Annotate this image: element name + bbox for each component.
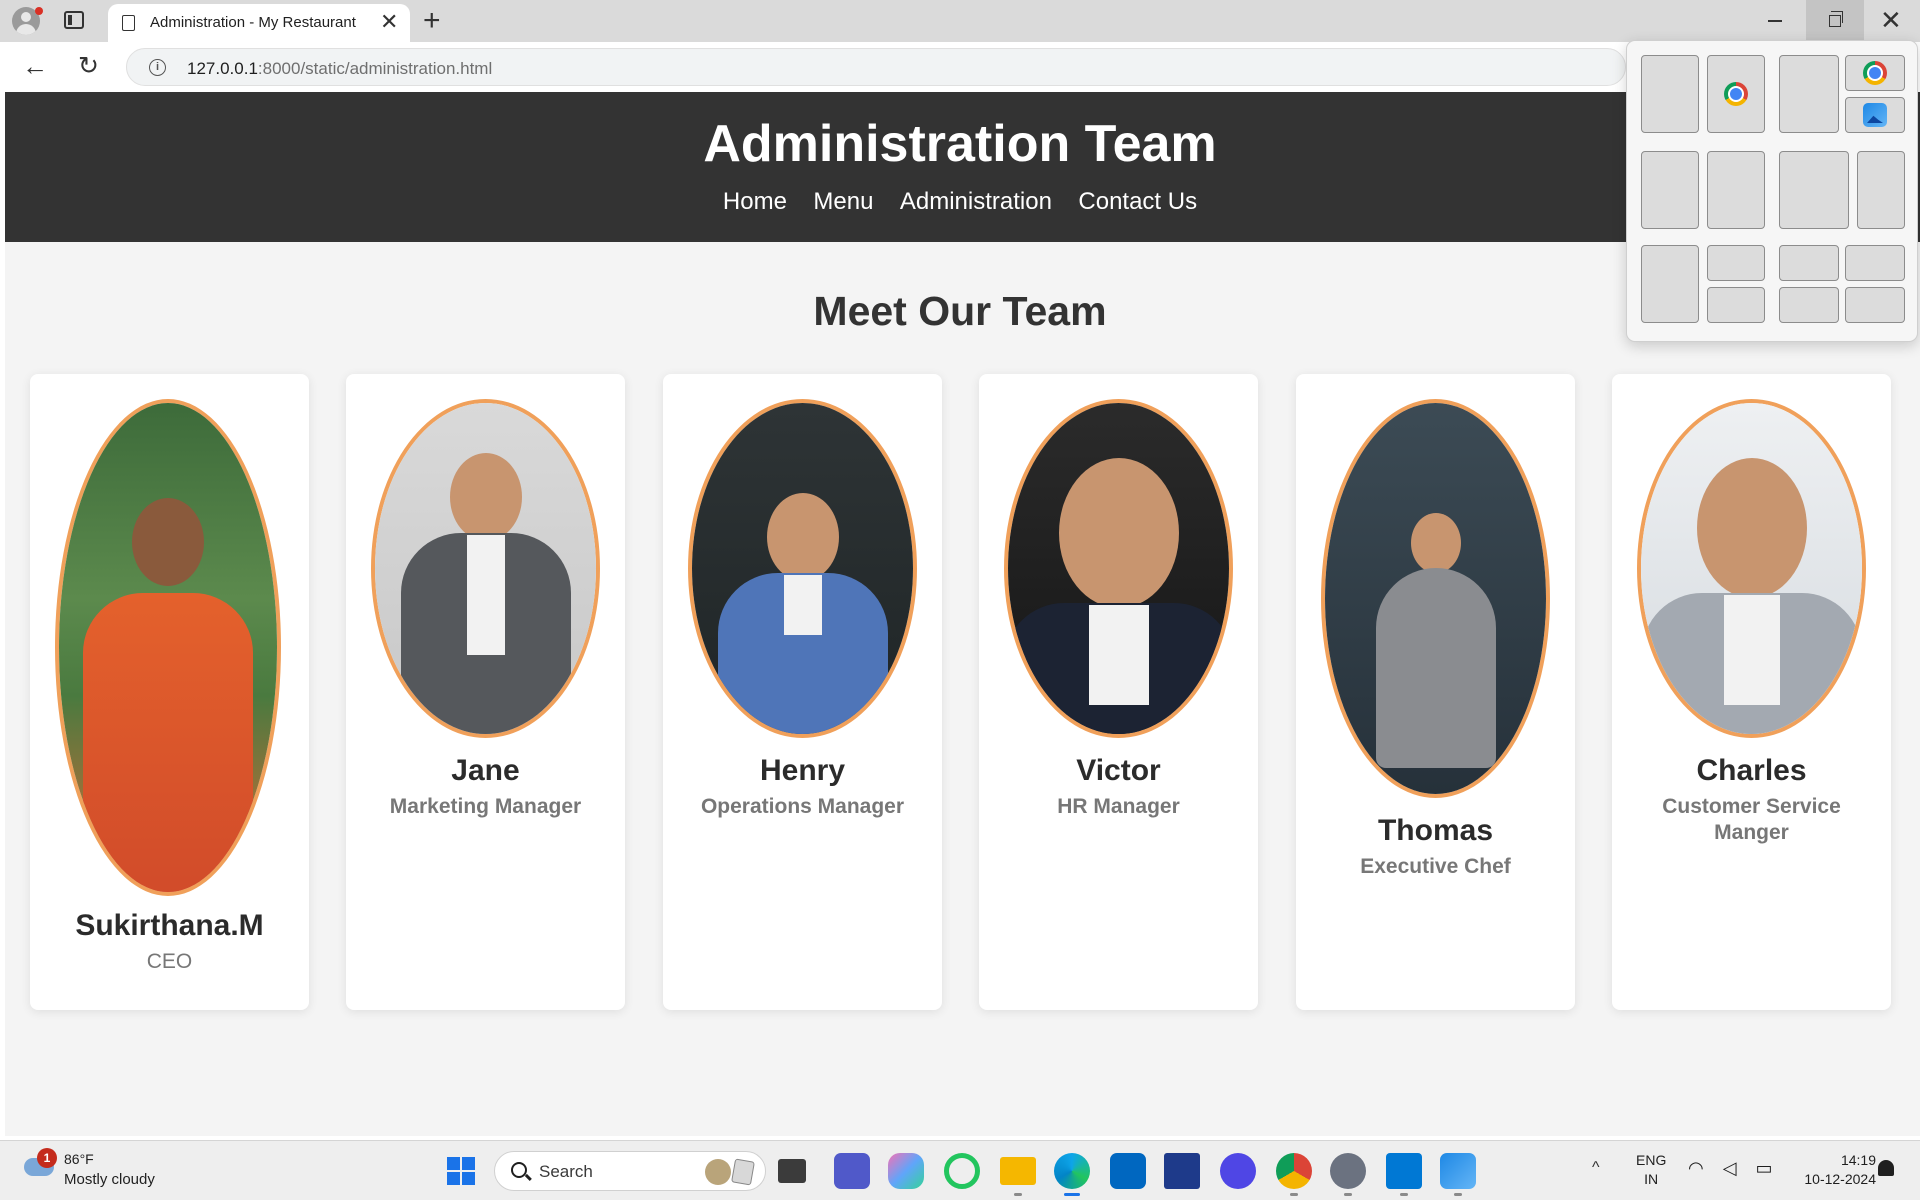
member-photo [1004, 399, 1233, 738]
member-name: Victor [1076, 754, 1161, 787]
member-role: Marketing Manager [389, 795, 582, 818]
reload-button[interactable]: ↻ [78, 52, 99, 80]
snap-zone[interactable] [1641, 151, 1699, 229]
snap-layouts-flyout [1626, 40, 1918, 342]
member-role: HR Manager [1057, 795, 1180, 818]
settings-icon[interactable] [1330, 1153, 1366, 1189]
clock[interactable]: 14:19 10-12-2024 [1780, 1151, 1876, 1189]
tray-chevron-icon[interactable]: ^ [1592, 1159, 1600, 1177]
nav-home[interactable]: Home [723, 188, 787, 216]
start-button[interactable] [447, 1157, 475, 1185]
app-running-indicator [1344, 1193, 1352, 1196]
chrome-icon [1863, 61, 1887, 85]
task-view-icon[interactable] [778, 1159, 806, 1183]
site-info-icon[interactable]: i [149, 59, 166, 76]
app-running-indicator [1454, 1193, 1462, 1196]
nav-contact-us[interactable]: Contact Us [1078, 188, 1197, 216]
photos-icon[interactable] [1440, 1153, 1476, 1189]
minimize-window-button[interactable] [1768, 20, 1782, 22]
member-name: Henry [759, 754, 846, 787]
tab-title: Administration - My Restaurant [150, 14, 356, 31]
team-card: Henry Operations Manager [663, 374, 942, 1010]
member-name: Thomas [1377, 814, 1494, 847]
address-bar[interactable]: i 127.0.0.1:8000/static/administration.h… [126, 48, 1626, 86]
member-role: Customer Service Manger [1662, 795, 1841, 844]
team-card: Jane Marketing Manager [346, 374, 625, 1010]
snap-zone[interactable] [1707, 55, 1765, 133]
snap-zone[interactable] [1707, 245, 1765, 281]
vscode-icon[interactable] [1386, 1153, 1422, 1189]
taskbar: 1 86°F Mostly cloudy Search ^ ENG IN ◠ ◁ … [0, 1140, 1920, 1200]
member-name: Sukirthana.M [75, 909, 264, 942]
chrome-icon[interactable] [1276, 1153, 1312, 1189]
taskbar-search[interactable]: Search [494, 1151, 766, 1191]
new-tab-button[interactable]: + [423, 4, 441, 38]
member-name: Jane [451, 754, 520, 787]
active-tab[interactable]: Administration - My Restaurant ✕ [108, 4, 410, 42]
nav-administration[interactable]: Administration [900, 188, 1052, 216]
app-running-indicator [1290, 1193, 1298, 1196]
snap-zone[interactable] [1779, 55, 1839, 133]
app-running-indicator [1400, 1193, 1408, 1196]
edge-icon[interactable] [1054, 1153, 1090, 1189]
snap-zone[interactable] [1707, 151, 1765, 229]
tab-actions-icon[interactable] [64, 11, 84, 29]
chrome-icon [1724, 82, 1748, 106]
refresh-app-icon[interactable] [944, 1153, 980, 1189]
search-placeholder: Search [539, 1162, 593, 1181]
team-card: Thomas Executive Chef [1296, 374, 1575, 1010]
member-photo [371, 399, 600, 738]
member-role: CEO [146, 950, 193, 973]
snap-zone[interactable] [1845, 55, 1905, 91]
file-explorer-icon[interactable] [1000, 1157, 1036, 1185]
teams-icon[interactable] [834, 1153, 870, 1189]
snap-zone[interactable] [1845, 97, 1905, 133]
snap-zone[interactable] [1641, 245, 1699, 323]
member-name: Charles [1696, 754, 1807, 787]
member-photo [1637, 399, 1866, 738]
app-active-indicator [1064, 1193, 1080, 1196]
member-role: Operations Manager [700, 795, 905, 818]
snap-zone[interactable] [1779, 287, 1839, 323]
snap-zone[interactable] [1857, 151, 1905, 229]
snap-zone[interactable] [1845, 245, 1905, 281]
snap-zone[interactable] [1641, 55, 1699, 133]
restore-window-button[interactable] [1806, 0, 1864, 42]
search-highlight-icon [731, 1158, 755, 1186]
app-running-indicator [1014, 1193, 1022, 1196]
l-app-icon[interactable] [1164, 1153, 1200, 1189]
back-button[interactable]: ← [22, 52, 48, 80]
member-photo [688, 399, 917, 738]
search-icon [511, 1162, 527, 1178]
notification-bell-icon[interactable] [1878, 1160, 1894, 1176]
close-window-button[interactable]: ✕ [1880, 6, 1902, 34]
snap-zone[interactable] [1779, 151, 1849, 229]
language-indicator[interactable]: ENG IN [1636, 1151, 1666, 1189]
document-icon [122, 15, 135, 31]
team-card: Charles Customer Service Manger [1612, 374, 1891, 1010]
snap-zone[interactable] [1707, 287, 1765, 323]
tray-status-icons[interactable]: ◠ ◁ ▭ [1688, 1158, 1780, 1179]
ai-app-icon[interactable] [1220, 1153, 1256, 1189]
member-role: Executive Chef [1360, 855, 1511, 878]
url-text[interactable]: 127.0.0.1:8000/static/administration.htm… [187, 59, 492, 79]
member-photo [55, 399, 281, 896]
team-card: Victor HR Manager [979, 374, 1258, 1010]
member-photo [1321, 399, 1550, 798]
snap-zone[interactable] [1845, 287, 1905, 323]
close-tab-icon[interactable]: ✕ [380, 10, 398, 34]
browser-tab-strip: Administration - My Restaurant ✕ + ✕ [0, 0, 1920, 42]
copilot-icon[interactable] [888, 1153, 924, 1189]
nav-menu[interactable]: Menu [813, 188, 873, 216]
snap-zone[interactable] [1779, 245, 1839, 281]
store-icon[interactable] [1110, 1153, 1146, 1189]
weather-description[interactable]: Mostly cloudy [64, 1171, 155, 1188]
profile-notification-dot [35, 7, 43, 15]
search-highlight-icon [705, 1159, 731, 1185]
team-card: Sukirthana.M CEO [30, 374, 309, 1010]
weather-temperature[interactable]: 86°F [64, 1151, 94, 1167]
photos-icon [1863, 103, 1887, 127]
weather-badge: 1 [37, 1148, 57, 1168]
